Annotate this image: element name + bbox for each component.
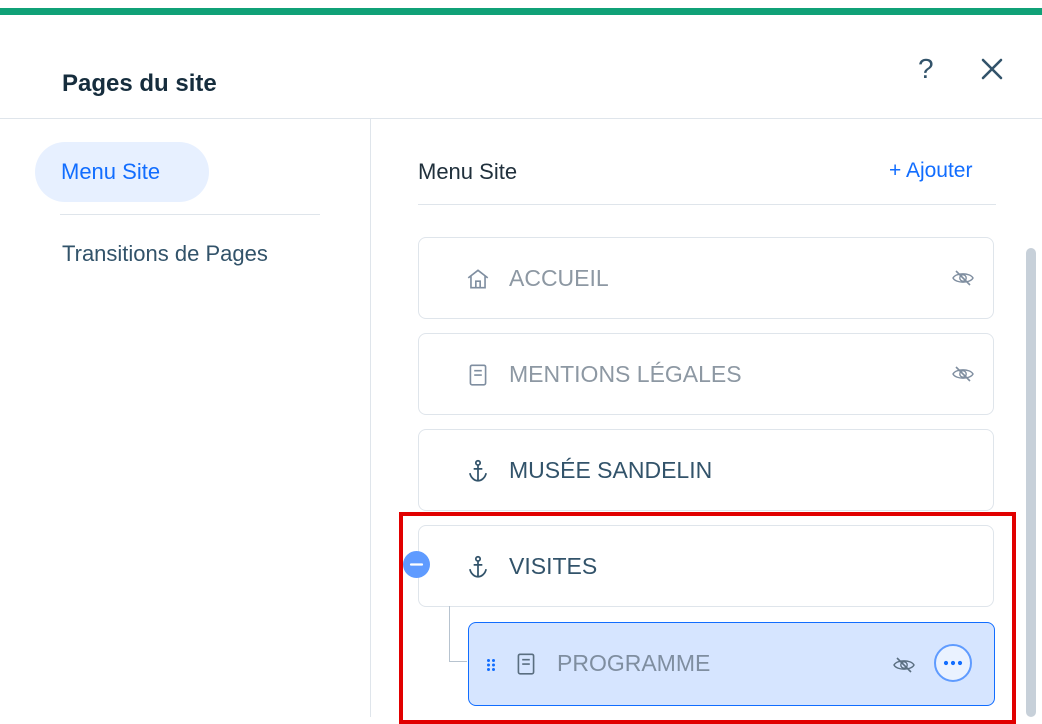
page-label: ACCUEIL — [509, 265, 609, 291]
top-accent-stripe — [0, 8, 1042, 15]
add-page-button[interactable]: + Ajouter — [889, 159, 972, 183]
sidebar-item-menu-site[interactable]: Menu Site — [35, 142, 209, 202]
highlight-box — [399, 512, 1016, 724]
hidden-eye-icon[interactable] — [951, 362, 975, 386]
help-button[interactable]: ? — [918, 53, 934, 85]
section-divider — [418, 204, 996, 205]
page-label: MUSÉE SANDELIN — [509, 457, 713, 483]
top-bar — [0, 0, 1042, 15]
page-label: MENTIONS LÉGALES — [509, 361, 742, 387]
sidebar-item-transitions[interactable]: Transitions de Pages — [62, 241, 268, 267]
anchor-icon — [469, 459, 487, 482]
section-title: Menu Site — [418, 159, 518, 184]
dialog-header: Pages du site ? — [0, 15, 1042, 119]
page-icon — [469, 364, 487, 386]
page-item-accueil[interactable]: ACCUEIL — [418, 237, 994, 319]
sidebar: Menu Site Transitions de Pages — [0, 119, 371, 717]
scrollbar-thumb[interactable] — [1026, 248, 1036, 717]
page-item-musee-sandelin[interactable]: MUSÉE SANDELIN — [418, 429, 994, 511]
home-icon — [467, 269, 489, 289]
sidebar-divider — [60, 214, 320, 215]
hidden-eye-icon[interactable] — [951, 266, 975, 290]
dialog-title: Pages du site — [62, 70, 217, 97]
page-item-mentions-legales[interactable]: MENTIONS LÉGALES — [418, 333, 994, 415]
close-icon[interactable] — [976, 53, 1008, 85]
